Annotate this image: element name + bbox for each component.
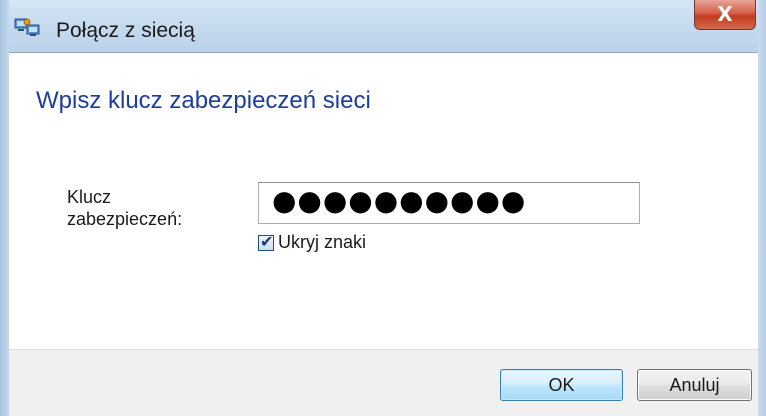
hide-characters-checkbox[interactable]: ✔ xyxy=(258,232,274,251)
security-key-label: Klucz zabezpieczeń: xyxy=(67,186,227,230)
window-title: Połącz z siecią xyxy=(56,19,195,42)
window-frame-left xyxy=(0,0,9,416)
dialog-footer: OK Anuluj xyxy=(9,349,758,416)
security-key-input[interactable]: ●●●●●●●●●● xyxy=(258,182,640,224)
title-bar[interactable]: Połącz z siecią X xyxy=(0,0,766,52)
close-icon: X xyxy=(717,2,733,26)
checkmark-icon: ✔ xyxy=(260,232,274,251)
close-button[interactable]: X xyxy=(694,0,756,30)
page-title: Wpisz klucz zabezpieczeń sieci xyxy=(36,87,371,114)
security-key-label-line1: Klucz xyxy=(67,187,112,207)
network-connect-icon xyxy=(14,16,40,38)
connect-to-network-dialog: Połącz z siecią X Wpisz klucz zabezpiecz… xyxy=(0,0,766,416)
security-key-label-line2: zabezpieczeń: xyxy=(67,209,183,229)
hide-characters-label[interactable]: Ukryj znaki xyxy=(278,232,366,253)
dialog-content: Wpisz klucz zabezpieczeń sieci Klucz zab… xyxy=(9,53,758,349)
cancel-button[interactable]: Anuluj xyxy=(637,369,752,401)
ok-button[interactable]: OK xyxy=(500,369,623,401)
window-frame-right xyxy=(758,0,766,416)
